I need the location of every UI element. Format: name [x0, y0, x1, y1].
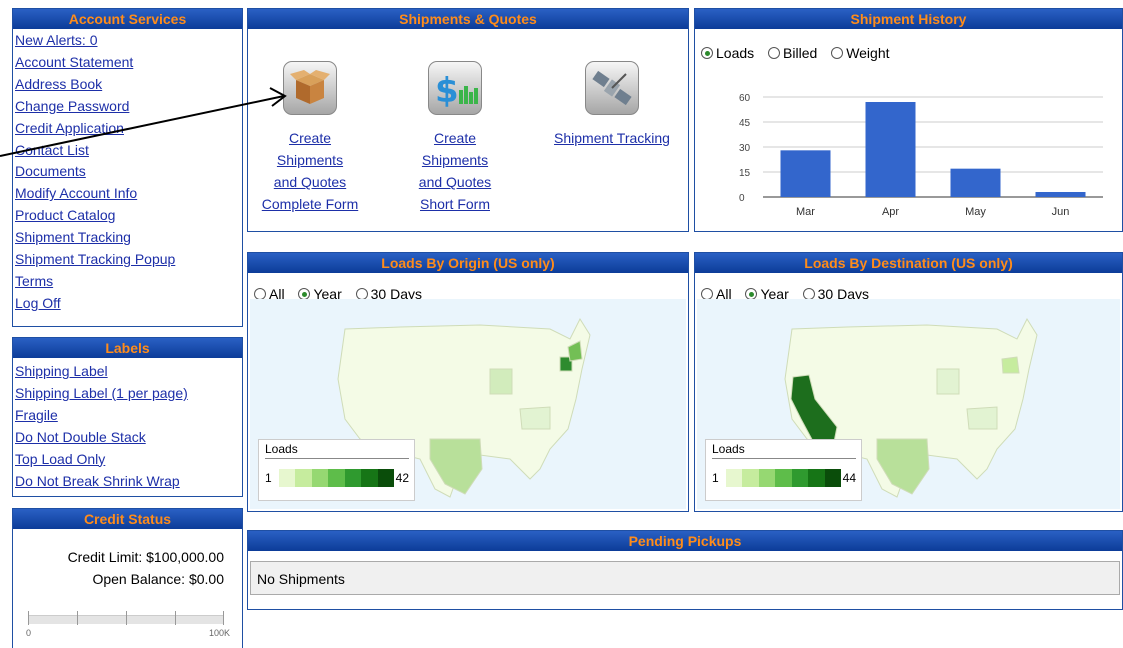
origin-legend-gradient: [279, 469, 394, 487]
x-tick-label: May: [965, 206, 986, 218]
credit-scale-max: 100K: [208, 628, 230, 638]
loads-destination-title: Loads By Destination (US only): [695, 253, 1122, 273]
pending-pickups-panel: Pending Pickups No Shipments: [247, 530, 1123, 610]
shipment-history-panel: Shipment History Loads Billed Weight 60 4…: [694, 8, 1123, 232]
radio-weight-label: Weight: [846, 45, 890, 61]
y-tick-label: 0: [739, 193, 745, 204]
bar-may[interactable]: [950, 168, 1001, 197]
account-services-title: Account Services: [13, 9, 242, 29]
radio-button[interactable]: [768, 47, 781, 59]
do-not-double-stack-link[interactable]: Do Not Double Stack: [15, 427, 242, 449]
create-shipment-complete-line2[interactable]: and Quotes: [258, 171, 362, 193]
credit-status-panel: Credit Status Credit Limit: $100,000.00 …: [12, 508, 243, 648]
origin-legend-max: 42: [395, 471, 409, 485]
shipping-label-per-page-link[interactable]: Shipping Label (1 per page): [15, 383, 242, 405]
log-off-link[interactable]: Log Off: [15, 293, 242, 315]
change-password-link[interactable]: Change Password: [15, 96, 242, 118]
shipment-tracking-popup-link[interactable]: Shipment Tracking Popup: [15, 249, 242, 271]
address-book-link[interactable]: Address Book: [15, 74, 242, 96]
shipment-history-chart: 60 45 30 15 0 Mar Apr May Jun: [739, 93, 1103, 218]
create-shipment-complete-item[interactable]: Create Shipments and Quotes Complete For…: [258, 61, 362, 215]
radio-billed-label: Billed: [783, 45, 818, 61]
destination-legend-title: Loads: [712, 442, 745, 456]
documents-link[interactable]: Documents: [15, 161, 242, 183]
radio-loads-label: Loads: [716, 45, 755, 61]
top-load-only-link[interactable]: Top Load Only: [15, 449, 242, 471]
labels-panel: Labels Shipping Label Shipping Label (1 …: [12, 337, 243, 497]
loads-origin-title: Loads By Origin (US only): [248, 253, 688, 273]
credit-status-title: Credit Status: [13, 509, 242, 529]
shipment-tracking-link[interactable]: Shipment Tracking: [15, 227, 242, 249]
open-balance-text: Open Balance: $0.00: [92, 571, 224, 587]
bar-jun[interactable]: [1035, 192, 1086, 197]
x-tick-label: Jun: [1052, 206, 1070, 218]
shipment-tracking-quick-link[interactable]: Shipment Tracking: [544, 127, 680, 149]
radio-loads[interactable]: Loads: [701, 45, 754, 61]
create-shipment-short-item[interactable]: $ Create Shipments and Quotes Short Form: [403, 61, 507, 215]
terms-link[interactable]: Terms: [15, 271, 242, 293]
radio-button[interactable]: [831, 47, 844, 59]
shipments-quotes-title: Shipments & Quotes: [248, 9, 688, 29]
fragile-link[interactable]: Fragile: [15, 405, 242, 427]
dollar-chart-icon[interactable]: $: [428, 61, 482, 115]
create-shipment-short-line2[interactable]: and Quotes: [403, 171, 507, 193]
bar-apr[interactable]: [865, 102, 916, 197]
y-tick-label: 45: [739, 118, 751, 129]
destination-legend-max: 44: [842, 471, 856, 485]
destination-legend: Loads 1 44: [705, 439, 862, 501]
shipment-tracking-item[interactable]: Shipment Tracking: [544, 61, 680, 149]
create-shipment-complete-line1[interactable]: Create Shipments: [258, 127, 362, 171]
create-shipment-short-line3[interactable]: Short Form: [403, 193, 507, 215]
box-icon[interactable]: [283, 61, 337, 115]
new-alerts-link[interactable]: New Alerts: 0: [15, 30, 242, 52]
account-statement-link[interactable]: Account Statement: [15, 52, 242, 74]
origin-legend-min: 1: [265, 471, 272, 485]
account-services-panel: Account Services New Alerts: 0 Account S…: [12, 8, 243, 327]
origin-legend-title: Loads: [265, 442, 298, 456]
product-catalog-link[interactable]: Product Catalog: [15, 205, 242, 227]
labels-title: Labels: [13, 338, 242, 358]
destination-legend-gradient: [726, 469, 841, 487]
svg-text:$: $: [435, 71, 459, 111]
create-shipment-short-line1[interactable]: Create Shipments: [403, 127, 507, 171]
x-tick-label: Apr: [882, 206, 899, 218]
destination-legend-min: 1: [712, 471, 719, 485]
radio-button[interactable]: [701, 47, 713, 59]
origin-map[interactable]: Loads 1 42: [250, 299, 686, 509]
credit-limit-text: Credit Limit: $100,000.00: [67, 549, 224, 565]
origin-legend: Loads 1 42: [258, 439, 415, 501]
shipment-history-title: Shipment History: [695, 9, 1122, 29]
y-tick-label: 60: [739, 93, 751, 104]
credit-usage-bar: [28, 611, 224, 625]
y-tick-label: 15: [739, 168, 751, 179]
loads-origin-panel: Loads By Origin (US only) All Year 30 Da…: [247, 252, 689, 512]
destination-map[interactable]: Loads 1 44: [697, 299, 1120, 509]
y-tick-label: 30: [739, 143, 751, 154]
credit-scale-min: 0: [26, 628, 32, 638]
pending-pickups-message: No Shipments: [250, 561, 1120, 595]
contact-list-link[interactable]: Contact List: [15, 140, 242, 162]
loads-destination-panel: Loads By Destination (US only) All Year …: [694, 252, 1123, 512]
shipping-label-link[interactable]: Shipping Label: [15, 361, 242, 383]
radio-billed[interactable]: Billed: [768, 45, 817, 61]
x-tick-label: Mar: [796, 206, 815, 218]
create-shipment-complete-line3[interactable]: Complete Form: [258, 193, 362, 215]
shipments-quotes-panel: Shipments & Quotes Create Shipments and …: [247, 8, 689, 232]
credit-application-link[interactable]: Credit Application: [15, 118, 242, 140]
shipment-history-options: Loads Billed Weight: [701, 45, 900, 62]
satellite-icon[interactable]: [585, 61, 639, 115]
modify-account-info-link[interactable]: Modify Account Info: [15, 183, 242, 205]
radio-weight[interactable]: Weight: [831, 45, 890, 61]
bar-mar[interactable]: [780, 150, 831, 197]
pending-pickups-title: Pending Pickups: [248, 531, 1122, 551]
do-not-break-shrink-wrap-link[interactable]: Do Not Break Shrink Wrap: [15, 471, 242, 493]
